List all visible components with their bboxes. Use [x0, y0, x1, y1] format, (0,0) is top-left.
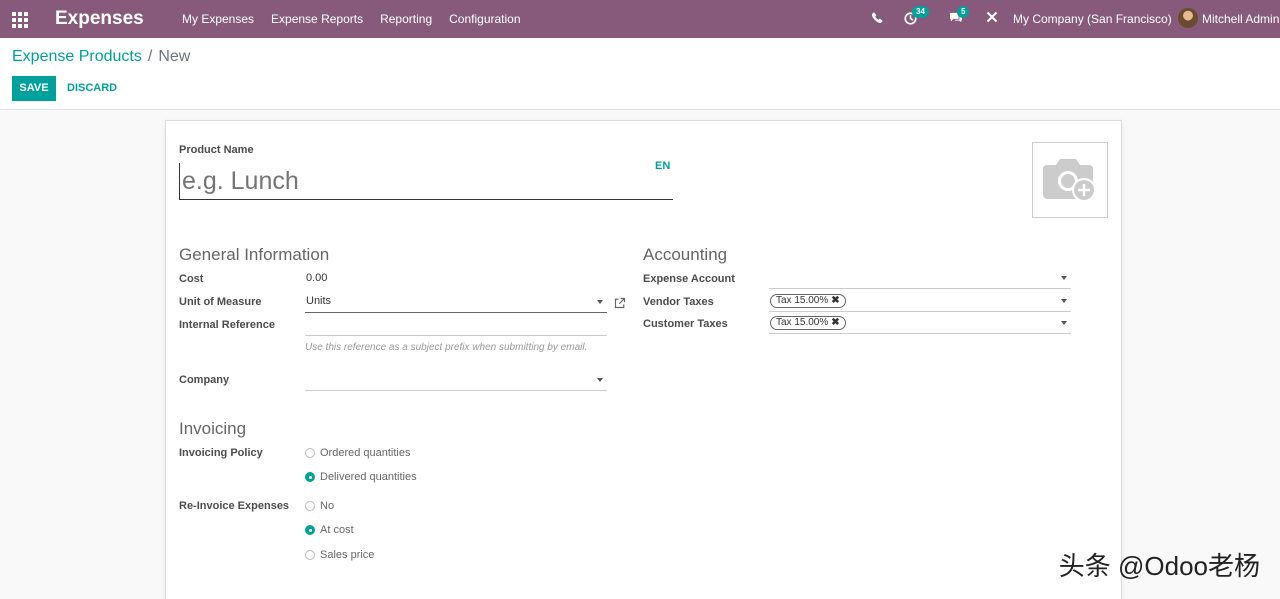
product-name-label: Product Name [179, 144, 254, 156]
reinvoice-radio-no[interactable]: No [305, 500, 334, 512]
activity-count-badge: 34 [912, 6, 929, 18]
unit-of-measure-select[interactable]: Units [305, 291, 607, 313]
invoicing-title: Invoicing [179, 419, 247, 438]
company-switcher[interactable]: My Company (San Francisco) [1013, 12, 1172, 26]
save-button[interactable]: SAVE [12, 76, 56, 101]
policy-radio-delivered[interactable]: Delivered quantities [305, 471, 417, 483]
remove-tag-icon[interactable]: ✖ [831, 295, 839, 306]
reinvoice-radio-sales-price[interactable]: Sales price [305, 549, 374, 561]
control-panel: Expense Products / New SAVE DISCARD [0, 38, 1280, 110]
vendor-taxes-select[interactable]: Tax 15.00% ✖ [769, 290, 1071, 312]
form-sheet: Product Name EN General Information Cost… [165, 120, 1122, 599]
customer-tax-tag-label: Tax 15.00% [776, 317, 829, 328]
chevron-down-icon [597, 300, 603, 304]
breadcrumb-parent-link[interactable]: Expense Products [12, 48, 142, 65]
reinvoice-option-label: Sales price [320, 549, 375, 561]
radio-checked-icon[interactable] [305, 525, 315, 535]
unit-of-measure-label: Unit of Measure [179, 296, 262, 308]
radio-checked-icon[interactable] [305, 472, 315, 482]
chevron-down-icon [1061, 321, 1067, 325]
cost-field[interactable]: 0.00 [305, 268, 607, 290]
policy-radio-ordered[interactable]: Ordered quantities [305, 447, 411, 459]
general-information-title: General Information [179, 245, 330, 264]
activity-clock-icon[interactable]: 34 [904, 6, 929, 28]
menu-item-configuration[interactable]: Configuration [449, 12, 520, 26]
company-label: Company [179, 374, 230, 386]
customer-taxes-label: Customer Taxes [643, 318, 728, 330]
vendor-tax-tag: Tax 15.00% ✖ [770, 294, 846, 308]
policy-option-label: Delivered quantities [320, 471, 417, 483]
radio-unchecked-icon[interactable] [305, 550, 315, 560]
breadcrumb-current: New [158, 48, 191, 65]
chevron-down-icon [1061, 299, 1067, 303]
reinvoice-radio-at-cost[interactable]: At cost [305, 524, 354, 536]
app-title[interactable]: Expenses [55, 8, 144, 30]
breadcrumb: Expense Products / New [12, 48, 190, 66]
cost-label: Cost [179, 273, 204, 285]
main-menu: My Expenses Expense Reports Reporting Co… [182, 12, 538, 26]
remove-tag-icon[interactable]: ✖ [831, 317, 839, 328]
chevron-down-icon [1061, 276, 1067, 280]
accounting-title: Accounting [643, 245, 728, 264]
vendor-tax-tag-label: Tax 15.00% [776, 295, 829, 306]
messages-chat-icon[interactable]: 5 [949, 6, 970, 27]
breadcrumb-separator: / [147, 48, 153, 65]
radio-unchecked-icon[interactable] [305, 448, 315, 458]
apps-menu-icon[interactable] [12, 12, 28, 28]
watermark-text: 头条 @Odoo老杨 [1058, 551, 1260, 581]
messages-count-badge: 5 [957, 6, 970, 18]
menu-item-expense-reports[interactable]: Expense Reports [271, 12, 363, 26]
product-name-input[interactable] [179, 163, 673, 200]
radio-unchecked-icon[interactable] [305, 501, 315, 511]
reinvoice-option-label: No [320, 500, 335, 512]
external-link-icon[interactable] [614, 296, 626, 314]
invoicing-policy-label: Invoicing Policy [179, 447, 263, 459]
user-avatar[interactable] [1178, 8, 1198, 28]
policy-option-label: Ordered quantities [320, 447, 411, 459]
internal-reference-input[interactable] [305, 314, 607, 336]
customer-tax-tag: Tax 15.00% ✖ [770, 316, 846, 330]
company-select[interactable] [305, 369, 607, 391]
top-navbar: Expenses My Expenses Expense Reports Rep… [0, 0, 1280, 38]
expense-account-select[interactable] [769, 267, 1071, 289]
language-toggle-button[interactable]: EN [655, 160, 670, 172]
menu-item-my-expenses[interactable]: My Expenses [182, 12, 254, 26]
chevron-down-icon [597, 378, 603, 382]
discard-button[interactable]: DISCARD [67, 76, 117, 101]
reinvoice-option-label: At cost [320, 524, 354, 536]
customer-taxes-select[interactable]: Tax 15.00% ✖ [769, 312, 1071, 334]
user-menu[interactable]: Mitchell Admin [1202, 12, 1279, 26]
reinvoice-expenses-label: Re-Invoice Expenses [179, 500, 290, 512]
camera-plus-icon [1043, 159, 1096, 202]
expense-account-label: Expense Account [643, 273, 735, 285]
internal-reference-label: Internal Reference [179, 319, 275, 331]
internal-reference-hint: Use this reference as a subject prefix w… [305, 342, 588, 353]
vendor-taxes-label: Vendor Taxes [643, 296, 714, 308]
menu-item-reporting[interactable]: Reporting [380, 12, 432, 26]
unit-of-measure-value: Units [306, 295, 332, 307]
debug-tools-icon[interactable] [986, 11, 998, 26]
product-image-upload[interactable] [1032, 142, 1108, 218]
phone-icon[interactable] [871, 12, 883, 26]
